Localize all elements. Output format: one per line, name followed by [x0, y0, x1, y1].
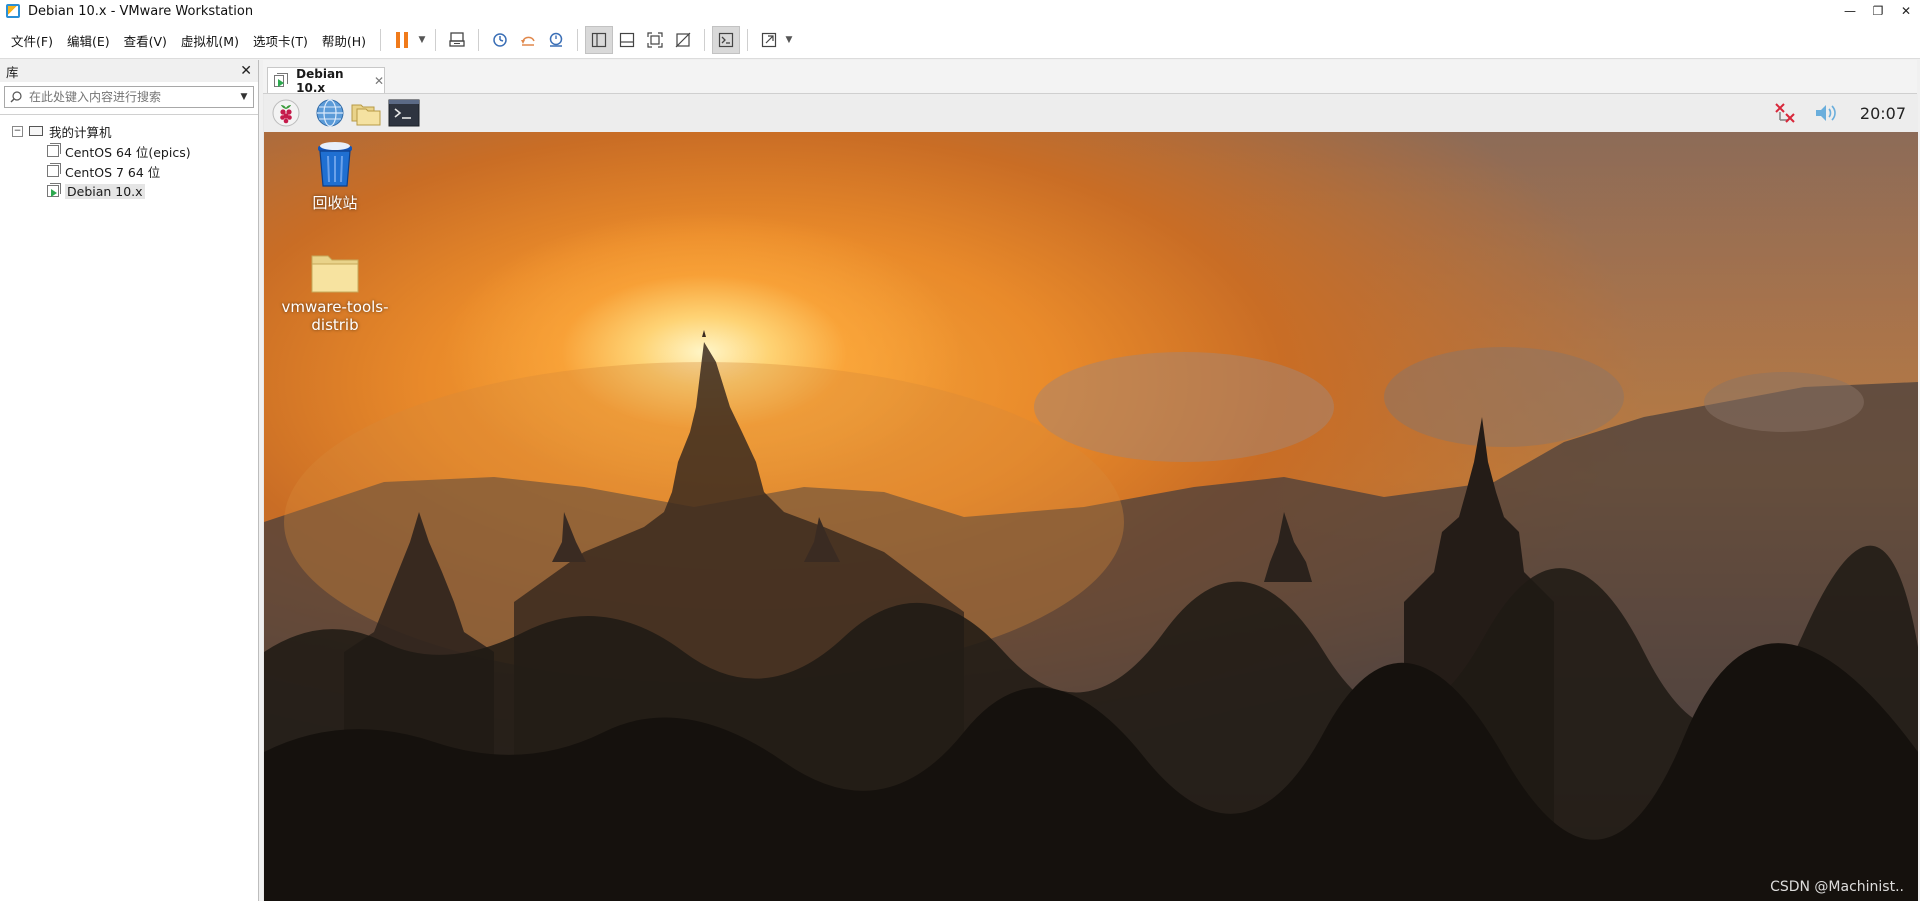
full-screen-button[interactable]: [641, 26, 669, 54]
guest-clock[interactable]: 20:07: [1860, 104, 1906, 123]
power-dropdown[interactable]: ▼: [416, 26, 428, 54]
toolbar-separator: [435, 29, 437, 51]
send-ctrl-alt-del-button[interactable]: [443, 26, 471, 54]
folders-icon: [351, 104, 381, 126]
search-dropdown-icon[interactable]: ▼: [235, 92, 253, 102]
snapshot-manager-button[interactable]: [542, 26, 570, 54]
vm-icon: [47, 143, 61, 157]
library-title: 库: [6, 64, 19, 80]
menu-vm[interactable]: 虚拟机(M): [174, 22, 246, 58]
desktop-wallpaper[interactable]: 回收站 vmware-tools-distrib CSDN @Machinist…: [264, 132, 1918, 901]
toolbar-separator: [577, 29, 579, 51]
tab-debian[interactable]: Debian 10.x ✕: [267, 66, 385, 95]
tab-label: Debian 10.x: [296, 66, 344, 95]
computer-icon: [29, 126, 43, 136]
desktop-icon-label: vmware-tools-distrib: [281, 298, 389, 334]
minimize-button[interactable]: —: [1836, 0, 1864, 22]
tree-root-my-computer[interactable]: − 我的计算机: [0, 121, 258, 141]
tree-item-vm[interactable]: CentOS 7 64 位: [0, 161, 258, 181]
desktop-icon-trash[interactable]: 回收站: [280, 140, 390, 213]
stretch-guest-button[interactable]: [755, 26, 783, 54]
network-disconnected-icon[interactable]: [1772, 100, 1798, 126]
thumbnail-bar-icon: [619, 32, 635, 48]
show-thumbnail-bar-button[interactable]: [613, 26, 641, 54]
tree-item-label: CentOS 64 位(epics): [65, 144, 191, 160]
stretch-dropdown[interactable]: ▼: [783, 26, 795, 54]
menu-edit[interactable]: 编辑(E): [60, 22, 117, 58]
system-tray: 20:07: [1772, 94, 1906, 132]
volume-icon[interactable]: [1812, 100, 1838, 126]
maximize-button[interactable]: ❐: [1864, 0, 1892, 22]
fullscreen-icon: [647, 32, 663, 48]
toolbar-separator: [704, 29, 706, 51]
close-window-button[interactable]: ✕: [1892, 0, 1920, 22]
desktop-icon-label: 回收站: [312, 194, 358, 212]
take-snapshot-button[interactable]: [486, 26, 514, 54]
library-panel: 库 ✕ ▼ − 我的计算机 CentOS 64 位(epics) CentOS …: [0, 60, 259, 901]
tree-item-label: Debian 10.x: [65, 183, 145, 199]
csdn-watermark: CSDN @Machinist..: [1770, 879, 1904, 895]
collapse-icon[interactable]: −: [12, 125, 23, 137]
tree-item-label: CentOS 7 64 位: [65, 164, 161, 180]
folder-icon: [280, 250, 390, 294]
raspberry-icon: [272, 99, 300, 127]
keyboard-icon: [449, 32, 465, 47]
desktop-icon-folder[interactable]: vmware-tools-distrib: [280, 250, 390, 334]
tree-item-vm-selected[interactable]: Debian 10.x: [0, 181, 258, 201]
menu-view[interactable]: 查看(V): [117, 22, 174, 58]
guest-top-panel: 20:07: [264, 94, 1918, 133]
suspend-button[interactable]: [388, 26, 416, 54]
console-icon: [718, 32, 734, 48]
vm-workspace: Debian 10.x ✕ 20:07 回收站 vmware-tools-dis…: [263, 60, 1918, 901]
window-controls: — ❐ ✕: [1836, 0, 1920, 22]
trash-icon: [280, 140, 390, 188]
raspberry-menu-button[interactable]: [270, 97, 302, 129]
guest-display[interactable]: 20:07 回收站 vmware-tools-distrib CSDN @Mac…: [264, 94, 1918, 901]
globe-icon: [316, 99, 344, 127]
revert-icon: [521, 36, 535, 46]
vm-tree: − 我的计算机 CentOS 64 位(epics) CentOS 7 64 位…: [0, 115, 258, 201]
unity-mode-button[interactable]: [669, 26, 697, 54]
snapshot-manager-icon: [549, 32, 563, 47]
menu-toolbar: 文件(F) 编辑(E) 查看(V) 虚拟机(M) 选项卡(T) 帮助(H) ▼ …: [0, 22, 1920, 59]
library-header: 库 ✕: [0, 60, 258, 82]
stretch-icon: [761, 32, 777, 48]
vm-icon: [47, 163, 61, 177]
snapshot-clock-icon: [493, 33, 507, 47]
close-tab-icon[interactable]: ✕: [374, 74, 384, 88]
file-manager-launcher[interactable]: [350, 97, 382, 129]
window-titlebar: Debian 10.x - VMware Workstation — ❐ ✕: [0, 0, 1920, 22]
toolbar-separator: [747, 29, 749, 51]
library-search: ▼: [4, 86, 254, 108]
show-library-button[interactable]: [585, 26, 614, 54]
pause-icon: [396, 32, 409, 48]
unity-icon: [675, 32, 691, 48]
toolbar-separator: [478, 29, 480, 51]
web-browser-launcher[interactable]: [314, 97, 346, 129]
tree-item-vm[interactable]: CentOS 64 位(epics): [0, 141, 258, 161]
search-icon: [5, 90, 27, 104]
menu-tabs[interactable]: 选项卡(T): [246, 22, 315, 58]
library-panel-icon: [591, 32, 607, 48]
menu-file[interactable]: 文件(F): [4, 22, 60, 58]
terminal-icon: [388, 99, 420, 127]
terminal-launcher[interactable]: [388, 97, 420, 129]
revert-snapshot-button[interactable]: [514, 26, 542, 54]
vmware-app-icon: [6, 4, 20, 18]
close-library-button[interactable]: ✕: [240, 63, 252, 79]
bagan-temples-silhouette: [264, 330, 1918, 901]
tab-strip: Debian 10.x ✕: [263, 60, 1917, 95]
library-search-input[interactable]: [27, 89, 235, 105]
console-view-button[interactable]: [712, 26, 741, 54]
running-vm-icon: [47, 183, 61, 197]
menu-help[interactable]: 帮助(H): [315, 22, 373, 58]
toolbar-separator: [380, 29, 382, 51]
running-vm-icon: [274, 72, 289, 87]
window-title: Debian 10.x - VMware Workstation: [28, 3, 254, 19]
tree-root-label: 我的计算机: [49, 124, 112, 140]
